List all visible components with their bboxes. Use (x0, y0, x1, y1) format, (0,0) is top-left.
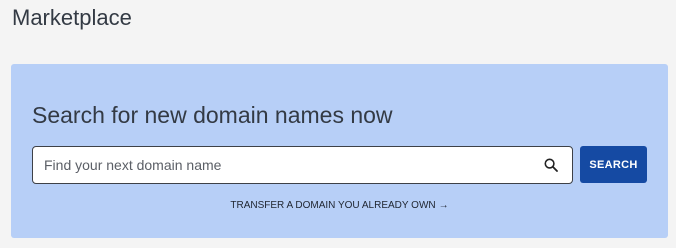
domain-search-input[interactable] (33, 147, 536, 183)
transfer-domain-link[interactable]: TRANSFER A DOMAIN YOU ALREADY OWN → (11, 199, 668, 213)
page-title: Marketplace (12, 5, 132, 30)
search-heading: Search for new domain names now (32, 102, 393, 128)
transfer-link-label: TRANSFER A DOMAIN YOU ALREADY OWN (230, 200, 436, 211)
search-box[interactable] (32, 146, 573, 184)
search-button[interactable]: SEARCH (580, 146, 647, 183)
domain-search-card: Search for new domain names now SEARCH T… (11, 64, 668, 238)
arrow-right-icon: → (438, 200, 449, 211)
search-icon[interactable] (536, 147, 566, 183)
